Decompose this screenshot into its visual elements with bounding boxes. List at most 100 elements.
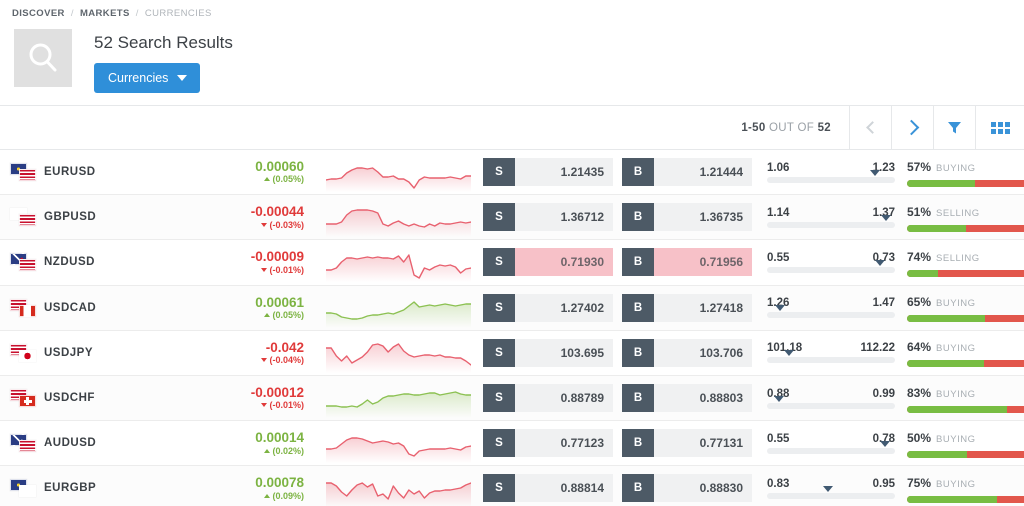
range-track[interactable] [767, 448, 895, 454]
flag-us-icon [19, 169, 36, 181]
range-track[interactable] [767, 357, 895, 363]
range-track[interactable] [767, 403, 895, 409]
buy-price-cell[interactable]: B1.21444 [622, 158, 752, 186]
table-row[interactable]: EURUSD0.00060(0.05%)S1.21435B1.214441.06… [0, 150, 1024, 195]
table-row[interactable]: AUDUSD0.00014(0.02%)S0.77123B0.771310.55… [0, 421, 1024, 466]
sell-price-cell[interactable]: S0.77123 [483, 429, 613, 457]
range-high-value: 0.95 [873, 478, 895, 490]
instrument-symbol[interactable]: GBPUSD [44, 211, 229, 223]
table-row[interactable]: EURGBP0.00078(0.09%) S0.88814 B0.88830 0.83… [0, 466, 1024, 506]
price-range-slider[interactable]: 1.141.37 [767, 207, 895, 228]
price-range-slider[interactable]: 0.830.95 [767, 478, 895, 499]
sentiment-percent: 75% [907, 476, 931, 490]
price-change-cell: 0.00078(0.09%) [229, 475, 304, 501]
sell-price-cell[interactable]: S0.71930 [483, 248, 613, 276]
currency-pair-flags [10, 432, 44, 454]
category-dropdown-button[interactable]: Currencies [94, 63, 200, 93]
price-range-slider[interactable]: 1.261.47 [767, 297, 895, 318]
prev-page-button[interactable] [849, 106, 891, 149]
buy-tag: B [622, 339, 654, 367]
instrument-symbol[interactable]: USDJPY [44, 347, 229, 359]
price-range-slider[interactable]: 101.18112.22 [767, 342, 895, 363]
sentiment-label: BUYING [936, 163, 975, 174]
sell-price-cell[interactable]: S1.27402 [483, 294, 613, 322]
buy-price-cell[interactable]: B0.88803 [622, 384, 752, 412]
price-change-value: -0.00009 [229, 249, 304, 265]
sell-price-cell[interactable]: S103.695 [483, 339, 613, 367]
range-track[interactable] [767, 493, 895, 499]
price-change-value: 0.00060 [229, 159, 304, 175]
price-range-slider[interactable]: 0.550.78 [767, 433, 895, 454]
price-range-slider[interactable]: 0.550.73 [767, 252, 895, 273]
instrument-symbol[interactable]: EURUSD [44, 166, 229, 178]
table-row[interactable]: NZDUSD-0.00009(-0.01%) S0.71930 B0.71956 0.… [0, 240, 1024, 285]
instrument-symbol[interactable]: USDCAD [44, 302, 229, 314]
range-marker-icon[interactable] [775, 305, 785, 311]
sell-price-cell[interactable]: S1.21435 [483, 158, 613, 186]
sell-tag: S [483, 248, 515, 276]
buy-price-cell[interactable]: B1.27418 [622, 294, 752, 322]
sparkline-chart [326, 333, 471, 373]
result-count: 1-50 OUT OF 52 [731, 106, 849, 149]
sell-price-cell[interactable]: S0.88814 [483, 474, 613, 502]
sell-price-cell[interactable]: S0.88789 [483, 384, 613, 412]
flag-us-icon [19, 214, 36, 226]
buy-tag: B [622, 429, 654, 457]
price-change-cell: -0.00009(-0.01%) [229, 249, 304, 275]
breadcrumb-item-markets[interactable]: MARKETS [80, 8, 130, 19]
buy-price-cell[interactable]: B0.88830 [622, 474, 752, 502]
sentiment-bar [907, 360, 1024, 367]
sentiment-percent: 83% [907, 386, 931, 400]
instrument-symbol[interactable]: NZDUSD [44, 256, 229, 268]
range-high-value: 1.47 [873, 297, 895, 309]
sparkline-chart [326, 468, 471, 506]
price-change-percent-text: (0.02%) [272, 446, 304, 456]
sentiment-bar [907, 496, 1024, 503]
range-marker-icon[interactable] [784, 350, 794, 356]
range-track[interactable] [767, 222, 895, 228]
sell-tag: S [483, 474, 515, 502]
sparkline-chart [326, 242, 471, 282]
range-track[interactable] [767, 312, 895, 318]
range-track[interactable] [767, 177, 895, 183]
filter-button[interactable] [933, 106, 975, 149]
price-range-slider[interactable]: 1.061.23 [767, 162, 895, 183]
instrument-symbol[interactable]: USDCHF [44, 392, 229, 404]
search-icon[interactable] [14, 29, 72, 87]
table-row[interactable]: USDJPY-0.042(-0.04%)S103.695B103.706101.… [0, 331, 1024, 376]
flag-ca-icon [19, 305, 36, 317]
grid-view-button[interactable] [975, 106, 1024, 149]
price-change-cell: -0.00012(-0.01%) [229, 385, 304, 411]
buy-price-cell[interactable]: B0.71956 [622, 248, 752, 276]
grid-view-icon [991, 122, 1010, 134]
range-marker-icon[interactable] [870, 170, 880, 176]
instrument-symbol[interactable]: EURGBP [44, 482, 229, 494]
sentiment-cell: 83%BUYING [907, 384, 1024, 413]
next-page-button[interactable] [891, 106, 933, 149]
breadcrumb: DISCOVER / MARKETS / CURRENCIES [0, 0, 1024, 19]
range-low-value: 1.06 [767, 162, 789, 174]
sentiment-percent: 51% [907, 205, 931, 219]
range-marker-icon[interactable] [823, 486, 833, 492]
buy-price-cell[interactable]: B103.706 [622, 339, 752, 367]
range-track[interactable] [767, 267, 895, 273]
sentiment-label: BUYING [936, 343, 975, 354]
range-marker-icon[interactable] [880, 441, 890, 447]
price-range-slider[interactable]: 0.880.99 [767, 388, 895, 409]
buy-price-cell[interactable]: B1.36735 [622, 203, 752, 231]
range-marker-icon[interactable] [875, 260, 885, 266]
table-row[interactable]: USDCAD0.00061(0.05%)S1.27402B1.274181.26… [0, 286, 1024, 331]
table-row[interactable]: GBPUSD-0.00044(-0.03%)S1.36712B1.367351.… [0, 195, 1024, 240]
breadcrumb-item-currencies[interactable]: CURRENCIES [145, 8, 212, 19]
price-change-value: 0.00078 [229, 475, 304, 491]
table-row[interactable]: USDCHF-0.00012(-0.01%) S0.88789 B0.88803 0.… [0, 376, 1024, 421]
flag-us-icon [19, 440, 36, 452]
instrument-symbol[interactable]: AUDUSD [44, 437, 229, 449]
breadcrumb-item-discover[interactable]: DISCOVER [12, 8, 65, 19]
range-marker-icon[interactable] [881, 215, 891, 221]
sell-price-value: 0.88814 [515, 474, 613, 502]
result-count-total: 52 [818, 122, 831, 134]
range-marker-icon[interactable] [774, 396, 784, 402]
sell-price-cell[interactable]: S1.36712 [483, 203, 613, 231]
buy-price-cell[interactable]: B0.77131 [622, 429, 752, 457]
